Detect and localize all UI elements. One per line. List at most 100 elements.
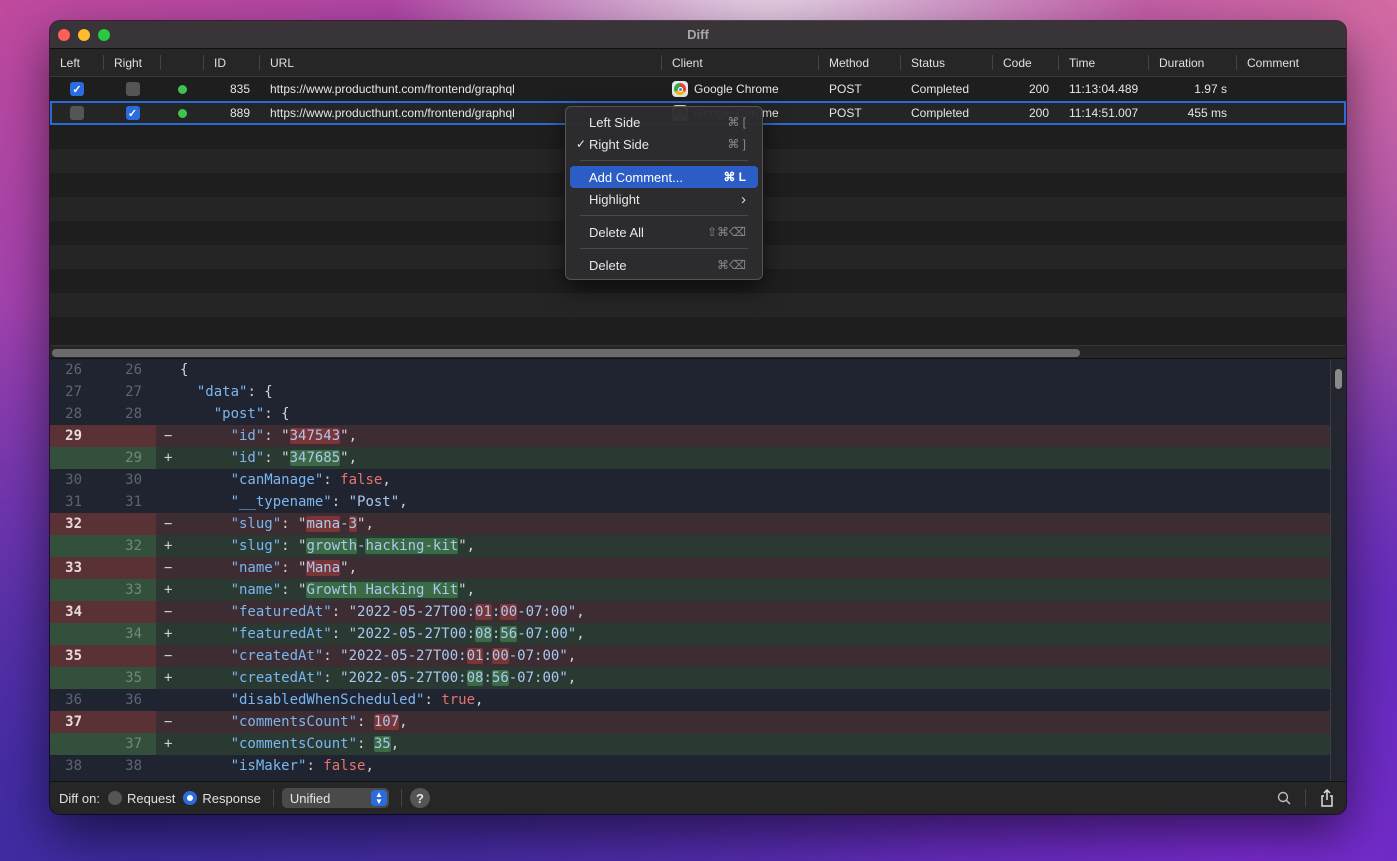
column-header-status[interactable]: Status: [901, 49, 993, 76]
left-side-checkbox[interactable]: [70, 106, 84, 120]
vertical-scrollbar-thumb[interactable]: [1335, 369, 1342, 389]
column-header-status-dot[interactable]: [161, 49, 204, 76]
column-header-comment[interactable]: Comment: [1237, 49, 1346, 76]
left-line-number: 36: [65, 692, 82, 708]
response-radio-label[interactable]: Response: [202, 791, 261, 806]
code-token: "post": [213, 406, 265, 422]
left-line-number: 34: [65, 604, 82, 620]
menu-item-delete-all[interactable]: Delete All ⇧⌘⌫: [570, 221, 758, 243]
line-number-gutter: 32: [50, 535, 156, 557]
diff-line: 26 26 {: [50, 359, 1330, 381]
request-radio[interactable]: [107, 791, 122, 805]
column-header-left[interactable]: Left: [50, 49, 104, 76]
column-header-duration[interactable]: Duration: [1149, 49, 1237, 76]
menu-item-left-side[interactable]: Left Side ⌘ [: [570, 111, 758, 133]
code-token: "name": [230, 582, 282, 598]
row-time: 11:13:04.489: [1069, 82, 1139, 96]
menu-item-right-side[interactable]: ✓ Right Side ⌘ ]: [570, 133, 758, 155]
table-row[interactable]: ✓ 835 https://www.producthunt.com/fronte…: [50, 77, 1346, 101]
code-text: "isMaker": false,: [180, 758, 374, 774]
row-duration: 1.97 s: [1194, 82, 1227, 96]
right-line-number: 33: [125, 582, 142, 598]
maximize-window-button[interactable]: [98, 29, 110, 41]
column-header-right[interactable]: Right: [104, 49, 161, 76]
diff-line: 27 27 "data": {: [50, 381, 1330, 403]
code-token: "Post": [348, 494, 400, 510]
minus-sign: −: [164, 714, 173, 730]
left-line-number: 32: [65, 516, 82, 532]
row-code: 200: [1028, 82, 1049, 96]
menu-item-highlight[interactable]: Highlight ›: [570, 188, 758, 210]
row-id: 835: [229, 82, 250, 96]
diff-line-removed: 37 − "commentsCount": 107,: [50, 711, 1330, 733]
column-header-id[interactable]: ID: [204, 49, 260, 76]
column-header-code[interactable]: Code: [993, 49, 1059, 76]
diff-line-removed: 35− "createdAt": "2022-05-27T00:01:00-07…: [50, 645, 1330, 667]
diff-line: 28 28 "post": {: [50, 403, 1330, 425]
code-text: "id": "347543",: [180, 428, 357, 444]
code-token: ",: [458, 582, 476, 598]
diff-line-removed: 34− "featuredAt": "2022-05-27T00:01:00-0…: [50, 601, 1330, 623]
code-token: : {: [247, 384, 273, 400]
search-icon[interactable]: [1277, 791, 1291, 805]
code-token: : ": [264, 450, 290, 466]
table-header: Left Right ID URL Client Method Status C…: [50, 49, 1346, 77]
column-header-url[interactable]: URL: [260, 49, 662, 76]
horizontal-scrollbar-thumb[interactable]: [52, 349, 1080, 357]
row-time: 11:14:51.007: [1069, 106, 1139, 120]
help-button[interactable]: ?: [409, 788, 430, 808]
horizontal-scrollbar[interactable]: [50, 345, 1346, 359]
menu-item-add-comment[interactable]: Add Comment... ⌘ L: [570, 166, 758, 188]
removed-token: mana: [306, 516, 341, 532]
row-status: Completed: [911, 106, 970, 120]
share-icon[interactable]: [1320, 789, 1334, 807]
window-title: Diff: [687, 27, 709, 42]
diff-line: 30 30 "canManage": false,: [50, 469, 1330, 491]
diff-line-added: 34 + "featuredAt": "2022-05-27T00:08:56-0…: [50, 623, 1330, 645]
line-number-gutter: 29: [50, 447, 156, 469]
diff-line-added: 33 + "name": "Growth Hacking Kit",: [50, 579, 1330, 601]
right-line-number: 38: [125, 758, 142, 774]
line-number-gutter: 36 36: [50, 689, 156, 711]
column-header-method[interactable]: Method: [819, 49, 901, 76]
line-number-gutter: 32: [50, 513, 156, 535]
vertical-scrollbar[interactable]: [1330, 359, 1346, 781]
left-side-checkbox[interactable]: ✓: [70, 82, 84, 96]
column-header-time[interactable]: Time: [1059, 49, 1149, 76]
added-token: 08: [475, 626, 492, 642]
menu-item-delete[interactable]: Delete ⌘⌫: [570, 254, 758, 276]
diff-mode-select[interactable]: Unified ▲ ▼: [281, 788, 389, 808]
left-line-number: 26: [65, 362, 82, 378]
empty-row: [50, 293, 1346, 317]
left-line-number: 30: [65, 472, 82, 488]
close-window-button[interactable]: [58, 29, 70, 41]
empty-row: [50, 317, 1346, 341]
footer-divider: [272, 789, 274, 807]
code-token: :: [306, 758, 324, 774]
removed-token: Mana: [306, 560, 341, 576]
line-number-gutter: 26 26: [50, 359, 156, 381]
left-line-number: 27: [65, 384, 82, 400]
minimize-window-button[interactable]: [78, 29, 90, 41]
code-token: "__typename": [230, 494, 332, 510]
footer-bar: Diff on: Request Response Unified ▲ ▼ ?: [50, 781, 1346, 814]
column-header-client[interactable]: Client: [662, 49, 819, 76]
code-token: ,: [382, 472, 391, 488]
menu-separator: [580, 215, 748, 216]
request-radio-label[interactable]: Request: [127, 791, 175, 806]
code-text: "createdAt": "2022-05-27T00:01:00-07:00"…: [180, 648, 576, 664]
code-token: ,: [399, 494, 408, 510]
code-token: ",: [357, 516, 374, 532]
code-token: :: [483, 648, 492, 664]
diff-view: 26 26 {27 27 "data": {28 28 "post": { 29 − "id…: [50, 359, 1346, 781]
code-token: "commentsCount": [230, 714, 358, 730]
right-side-checkbox[interactable]: [125, 82, 140, 96]
code-text: "name": "Growth Hacking Kit",: [180, 582, 475, 598]
code-token: :: [323, 670, 341, 686]
plus-sign: +: [164, 626, 173, 642]
traffic-lights: [58, 29, 110, 41]
code-text: {: [180, 362, 188, 378]
right-side-checkbox[interactable]: ✓: [125, 106, 140, 120]
title-bar: Diff: [50, 21, 1346, 49]
response-radio[interactable]: [183, 791, 198, 805]
